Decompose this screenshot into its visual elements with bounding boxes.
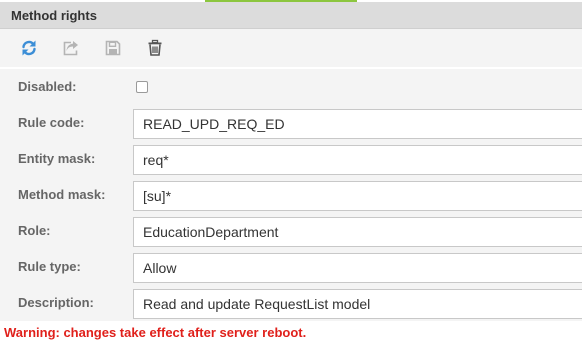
form-row-rule-type: Rule type: Allow	[0, 249, 582, 285]
rule-code-label: Rule code:	[18, 115, 85, 130]
delete-button[interactable]	[144, 37, 166, 59]
form-row-disabled: Disabled:	[0, 69, 582, 105]
disabled-label: Disabled:	[18, 79, 77, 94]
entity-mask-field[interactable]: req*	[133, 145, 582, 175]
share-icon	[63, 41, 78, 56]
form-row-role: Role: EducationDepartment	[0, 213, 582, 249]
save-icon	[105, 40, 121, 56]
method-mask-label: Method mask:	[18, 187, 106, 202]
panel-title: Method rights	[11, 8, 97, 23]
form-row-entity-mask: Entity mask: req*	[0, 141, 582, 177]
warning-message: Warning: changes take effect after serve…	[4, 325, 307, 340]
panel-header: Method rights	[0, 2, 582, 29]
save-button[interactable]	[102, 37, 124, 59]
form-area: Disabled: Rule code: READ_UPD_REQ_ED Ent…	[0, 67, 582, 323]
entity-mask-label: Entity mask:	[18, 151, 96, 166]
rule-type-field[interactable]: Allow	[133, 253, 582, 283]
trash-icon	[148, 39, 162, 56]
form-row-rule-code: Rule code: READ_UPD_REQ_ED	[0, 105, 582, 141]
refresh-icon	[22, 40, 36, 56]
description-field[interactable]: Read and update RequestList model	[133, 289, 582, 319]
toolbar	[0, 29, 582, 67]
description-label: Description:	[18, 295, 94, 310]
role-field[interactable]: EducationDepartment	[133, 217, 582, 247]
disabled-checkbox[interactable]	[136, 81, 148, 93]
share-button[interactable]	[60, 37, 82, 59]
refresh-button[interactable]	[18, 37, 40, 59]
rule-type-label: Rule type:	[18, 259, 81, 274]
method-mask-field[interactable]: [su]*	[133, 181, 582, 211]
method-rights-panel: Method rights Disabled: Rule code: READ_…	[0, 0, 582, 342]
form-row-description: Description: Read and update RequestList…	[0, 285, 582, 321]
role-label: Role:	[18, 223, 51, 238]
form-row-method-mask: Method mask: [su]*	[0, 177, 582, 213]
rule-code-field[interactable]: READ_UPD_REQ_ED	[133, 109, 582, 139]
